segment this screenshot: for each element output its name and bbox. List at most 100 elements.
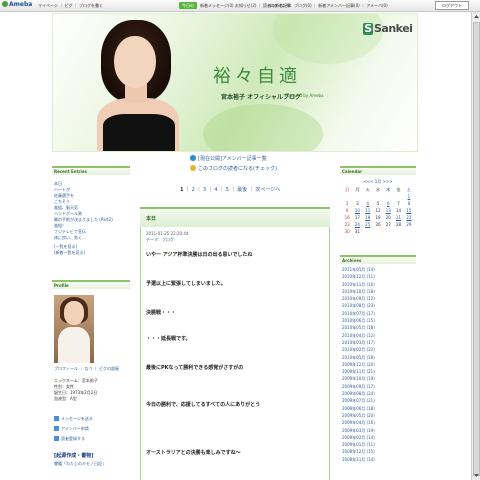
archive-item[interactable]: 2010年12月 (11)	[342, 273, 416, 280]
archive-item[interactable]: 2009年02月 (14)	[342, 434, 416, 441]
archive-item[interactable]: 2009年05月 (20)	[342, 412, 416, 419]
powered-by-ameba: Powered by Ameba	[285, 93, 324, 98]
blog-header-banner[interactable]: S Sankei 裕々自適 宮本裕子 オフィシャルブログ Powered by A…	[52, 13, 418, 152]
vertical-scrollbar[interactable]	[471, 12, 480, 480]
calendar-day	[393, 228, 403, 235]
calendar-day: 14	[396, 208, 402, 213]
archive-item[interactable]: 2010年08月 (23)	[342, 302, 416, 309]
amember-list-text: [現在公開]アメンバー記事一覧	[198, 156, 267, 162]
calendar-day[interactable]: 11	[363, 207, 373, 214]
archive-item[interactable]: 2009年12月 (20)	[342, 361, 416, 368]
article-title[interactable]: 本日	[146, 215, 156, 222]
archive-item[interactable]: 2010年04月 (12)	[342, 332, 416, 339]
reader-subscribe-link[interactable]: 読者登録する	[54, 434, 93, 444]
archive-item[interactable]: 2009年06月 (18)	[342, 405, 416, 412]
calendar-day: 31	[354, 229, 360, 234]
today-badge[interactable]: 今日の	[179, 2, 197, 9]
page-3[interactable]: 3	[203, 187, 206, 193]
archive-item[interactable]: 2008年12月 (15)	[342, 448, 416, 455]
calendar-day[interactable]: 25	[363, 221, 373, 228]
calendar-day: 3	[356, 201, 359, 206]
scroll-down-arrow-icon[interactable]	[473, 471, 480, 479]
page-4[interactable]: 4	[214, 187, 217, 193]
top-nav-links[interactable]: マイページ ｜ ピグ ｜ ブログを書く	[38, 3, 103, 9]
logout-button[interactable]: ログアウト	[435, 1, 469, 10]
archive-item[interactable]: 2010年10月 (18)	[342, 288, 416, 295]
archive-item[interactable]: 2009年07月 (21)	[342, 397, 416, 404]
calendar-month-nav[interactable]: <<< 1月 >>>	[340, 178, 416, 186]
last-page-link[interactable]: 最後	[237, 187, 247, 193]
weekday-label: 水	[375, 186, 380, 192]
calendar-day: 5	[376, 201, 380, 206]
profile-photo[interactable]	[54, 295, 94, 363]
calendar-day[interactable]: 21	[393, 214, 403, 221]
calendar-day[interactable]: 22	[404, 214, 414, 221]
portrait-dress	[103, 114, 175, 151]
archives-header: Archives	[340, 255, 416, 264]
calendar-day: 20	[385, 215, 391, 220]
calendar-grid: 日 月 火 水 木 金 土 1 2345678 9 10 11 12 13 14 15 16…	[342, 186, 414, 235]
ameba-logo[interactable]: Ameba	[2, 1, 32, 8]
calendar-day: 19	[375, 215, 381, 220]
archive-item[interactable]: 2010年03月 (17)	[342, 339, 416, 346]
weekday-label: 月	[355, 186, 360, 192]
amember-icon	[54, 426, 59, 431]
blog-title[interactable]: 裕々自適	[213, 62, 301, 88]
article-theme[interactable]: テーマ：ブログ	[146, 237, 188, 243]
recent-entries-new-link[interactable]: [新着一覧を見る]	[52, 250, 130, 256]
profile-info: ニックネーム：宮本裕子 性別：女性 誕生日：1973年2月2日 血液型：A型	[54, 378, 98, 402]
calendar-day: 27	[385, 222, 391, 227]
archive-item[interactable]: 2011年01月 (14)	[342, 266, 416, 273]
calendar-day[interactable]: 4	[363, 200, 373, 207]
calendar-header: Calendar	[340, 166, 416, 175]
archive-item[interactable]: 2009年03月 (19)	[342, 427, 416, 434]
archive-item[interactable]: 2009年11月 (21)	[342, 368, 416, 375]
article-line: 決勝戦・・・	[146, 310, 177, 316]
profile-actions: メッセージを送る アメンバー申請 読者登録する	[54, 414, 93, 444]
next-page-link[interactable]: 次ページへ	[255, 187, 280, 193]
page-5[interactable]: 5	[226, 187, 229, 193]
sankei-logo: S Sankei	[363, 22, 413, 35]
message-icon	[54, 416, 59, 421]
page-1[interactable]: 1	[180, 187, 183, 193]
calendar-day[interactable]: 6	[383, 200, 393, 207]
scrollbar-thumb[interactable]	[473, 22, 480, 476]
archive-item[interactable]: 2010年07月 (17)	[342, 310, 416, 317]
article-line: 最後にPKなって勝利できる感覚がさすがの	[146, 365, 244, 371]
article-line: 予選以上に緊張してしまいました。	[146, 281, 226, 287]
article-line: オーストラリアとの決勝も楽しみですね～	[146, 450, 241, 456]
notifications-links[interactable]: ログイン中：ブログ(0) ｜ 新着アメンバー記事(0) ｜ アメーバ(0)	[270, 3, 388, 9]
reader-icon	[190, 165, 196, 171]
calendar-day[interactable]: 18	[363, 214, 373, 221]
calendar-day: 8	[407, 201, 411, 206]
scroll-up-arrow-icon[interactable]	[473, 13, 480, 21]
archive-item[interactable]: 2009年01月 (11)	[342, 441, 416, 448]
recent-entry[interactable]: 体に良い、効く…	[52, 235, 130, 241]
archive-item[interactable]: 2010年06月 (15)	[342, 317, 416, 324]
archive-item[interactable]: 2008年11月 (14)	[342, 456, 416, 463]
archive-item[interactable]: 2010年05月 (18)	[342, 324, 416, 331]
books-link[interactable]: 書籍「わたしのキモノ日記」	[54, 461, 106, 467]
archive-item[interactable]: 2009年04月 (16)	[342, 419, 416, 426]
archive-item[interactable]: 2009年08月 (24)	[342, 390, 416, 397]
calendar-day	[363, 228, 373, 235]
archive-item[interactable]: 2010年09月 (12)	[342, 295, 416, 302]
calendar-day	[383, 193, 393, 200]
amember-apply-link[interactable]: アメンバー申請	[54, 424, 93, 434]
archive-item[interactable]: 2010年11月 (16)	[342, 281, 416, 288]
calendar-day[interactable]: 15	[404, 207, 414, 214]
archive-item[interactable]: 2010年02月 (22)	[342, 346, 416, 353]
send-message-link[interactable]: メッセージを送る	[54, 414, 93, 424]
archive-item[interactable]: 2010年01月 (18)	[342, 354, 416, 361]
calendar-day: 26	[375, 222, 381, 227]
calendar-day[interactable]: 13	[383, 207, 393, 214]
calendar-day[interactable]: 1	[404, 193, 414, 200]
profile-links[interactable]: プロフィール ｜ なう ｜ ピグの部屋	[54, 366, 119, 372]
calendar-day[interactable]: 10	[352, 207, 362, 214]
calendar-day[interactable]: 24	[352, 221, 362, 228]
archive-item[interactable]: 2009年10月 (19)	[342, 375, 416, 382]
archive-item[interactable]: 2009年09月 (17)	[342, 383, 416, 390]
reader-register-link[interactable]: このブログの読者になる(チェック)	[190, 165, 277, 172]
page-2[interactable]: 2	[192, 187, 195, 193]
amember-list-link[interactable]: [現在公開]アメンバー記事一覧	[190, 155, 267, 162]
